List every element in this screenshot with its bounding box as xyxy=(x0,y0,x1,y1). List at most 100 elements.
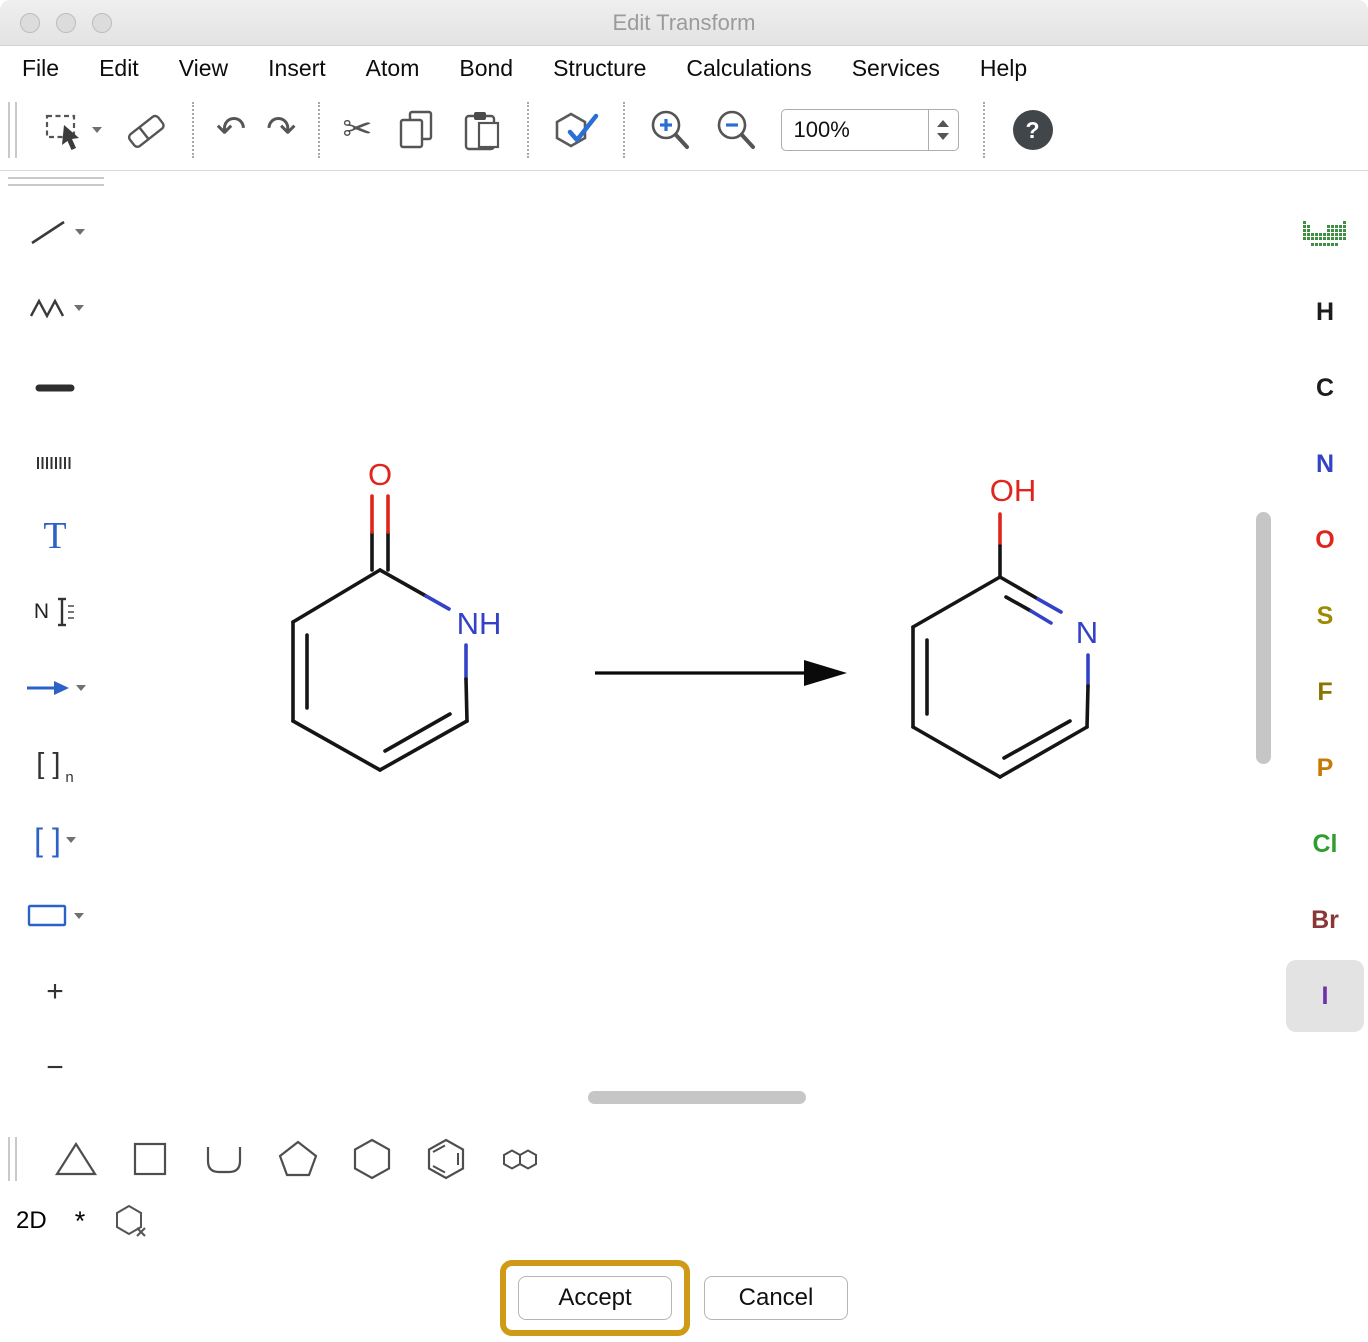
menu-edit[interactable]: Edit xyxy=(99,55,139,82)
text-tool[interactable]: T xyxy=(0,498,110,574)
menu-calculations[interactable]: Calculations xyxy=(686,55,811,82)
reactant-structure[interactable]: O NH xyxy=(293,457,501,770)
redo-button[interactable]: ↷ xyxy=(263,109,299,151)
edit-transform-window: Edit Transform File Edit View Insert Ato… xyxy=(0,0,1368,1342)
redo-icon: ↷ xyxy=(266,112,296,148)
rectangle-icon xyxy=(27,903,69,929)
eraser-icon xyxy=(122,107,170,153)
menu-atom[interactable]: Atom xyxy=(366,55,420,82)
bracket-tool[interactable]: [ ] xyxy=(0,802,110,878)
element-Cl-label: Cl xyxy=(1313,830,1338,859)
reaction-arrow[interactable] xyxy=(595,660,847,686)
chevron-down-icon xyxy=(74,913,84,919)
fused-rings-icon xyxy=(497,1139,545,1179)
zoom-level-control[interactable]: 100% xyxy=(781,109,959,151)
bold-bond-tool[interactable] xyxy=(0,346,110,422)
zoom-out-button[interactable] xyxy=(710,104,762,156)
template-bar-drag-handle[interactable] xyxy=(8,1137,17,1181)
check-structure-button[interactable] xyxy=(548,104,604,156)
dimension-mode-label[interactable]: 2D xyxy=(16,1207,47,1235)
repeat-sub-icon: n xyxy=(65,769,73,786)
cut-button[interactable]: ✂ xyxy=(339,109,375,151)
zoom-in-button[interactable] xyxy=(644,104,696,156)
reactant-nh-label[interactable]: NH xyxy=(457,606,502,641)
menu-view[interactable]: View xyxy=(179,55,228,82)
menu-structure[interactable]: Structure xyxy=(553,55,646,82)
abbreviated-group-button[interactable] xyxy=(113,1203,149,1239)
ring-template-bar xyxy=(0,1128,545,1190)
element-P-label: P xyxy=(1317,754,1334,783)
zoom-stepper[interactable] xyxy=(928,110,958,150)
hashed-bond-tool[interactable] xyxy=(0,422,110,498)
decrease-charge-tool[interactable]: − xyxy=(0,1030,110,1106)
element-I-button[interactable]: I xyxy=(1286,960,1364,1032)
undo-icon: ↶ xyxy=(216,112,246,148)
element-N-button[interactable]: N xyxy=(1286,428,1364,500)
undo-button[interactable]: ↶ xyxy=(213,109,249,151)
main-toolbar: ↶ ↷ ✂ xyxy=(0,90,1368,171)
hexagon-template-button[interactable] xyxy=(349,1136,395,1182)
element-Br-label: Br xyxy=(1311,906,1339,935)
menu-insert[interactable]: Insert xyxy=(268,55,326,82)
rectangle-tool[interactable] xyxy=(0,878,110,954)
toolbar-separator xyxy=(192,102,194,158)
element-Cl-button[interactable]: Cl xyxy=(1286,808,1364,880)
repeat-group-tool[interactable]: [ ] n xyxy=(0,726,110,802)
product-oh-label[interactable]: OH xyxy=(990,473,1037,508)
increase-charge-tool[interactable]: + xyxy=(0,954,110,1030)
copy-button[interactable] xyxy=(390,104,442,156)
minus-icon: − xyxy=(46,1051,64,1085)
element-P-button[interactable]: P xyxy=(1286,732,1364,804)
benzene-template-button[interactable] xyxy=(423,1136,469,1182)
product-nitrogen-label[interactable]: N xyxy=(1076,615,1098,650)
menu-help[interactable]: Help xyxy=(980,55,1027,82)
element-C-button[interactable]: C xyxy=(1286,352,1364,424)
arrow-icon xyxy=(25,673,71,703)
reaction-arrow-tool[interactable] xyxy=(0,650,110,726)
palette-drag-handle[interactable] xyxy=(8,177,104,186)
element-F-button[interactable]: F xyxy=(1286,656,1364,728)
chain-tool[interactable] xyxy=(0,270,110,346)
atom-label-tool[interactable]: N xyxy=(0,574,110,650)
cyclobutane-template-button[interactable] xyxy=(127,1137,173,1181)
element-F-label: F xyxy=(1317,678,1332,707)
repeat-brackets-icon: [ ] xyxy=(36,748,60,781)
fused-rings-template-button[interactable] xyxy=(497,1139,545,1179)
element-H-button[interactable]: H xyxy=(1286,276,1364,348)
vertical-scrollbar[interactable] xyxy=(1256,512,1271,764)
menu-bond[interactable]: Bond xyxy=(459,55,513,82)
toolbar-drag-handle[interactable] xyxy=(8,102,17,158)
element-H-label: H xyxy=(1316,298,1334,327)
arrowhead xyxy=(804,660,847,686)
menu-file[interactable]: File xyxy=(22,55,59,82)
element-N-label: N xyxy=(1316,450,1334,479)
drawing-canvas[interactable]: O NH OH xyxy=(110,172,1250,1088)
single-bond-tool[interactable] xyxy=(0,194,110,270)
help-button[interactable]: ? xyxy=(1013,110,1053,150)
selection-tool-button[interactable] xyxy=(40,104,105,156)
reactant-oxygen-label[interactable]: O xyxy=(368,457,392,492)
chevron-down-icon xyxy=(75,229,85,235)
hashed-bond-icon xyxy=(32,442,78,478)
cancel-button[interactable]: Cancel xyxy=(704,1276,848,1320)
chevron-down-icon xyxy=(92,127,102,133)
accept-highlight-box: Accept xyxy=(500,1260,690,1336)
element-Br-button[interactable]: Br xyxy=(1286,884,1364,956)
menu-services[interactable]: Services xyxy=(852,55,940,82)
element-I-label: I xyxy=(1322,982,1329,1011)
left-tool-palette: T N [ ] n [ ] xyxy=(0,172,110,1128)
periodic-table-button[interactable] xyxy=(1286,200,1364,272)
cyclopropane-template-button[interactable] xyxy=(53,1137,99,1181)
eraser-button[interactable] xyxy=(119,104,173,156)
element-O-button[interactable]: O xyxy=(1286,504,1364,576)
element-S-button[interactable]: S xyxy=(1286,580,1364,652)
cyclopentane-template-button[interactable] xyxy=(201,1137,247,1181)
structure-canvas[interactable]: O NH OH xyxy=(110,172,1250,1088)
product-structure[interactable]: OH N xyxy=(913,473,1098,777)
pentagon-template-button[interactable] xyxy=(275,1137,321,1181)
horizontal-scrollbar[interactable] xyxy=(588,1091,806,1104)
any-atom-label[interactable]: * xyxy=(75,1206,86,1237)
chevron-down-icon xyxy=(66,837,76,843)
paste-button[interactable] xyxy=(456,104,508,156)
accept-button[interactable]: Accept xyxy=(518,1276,672,1320)
